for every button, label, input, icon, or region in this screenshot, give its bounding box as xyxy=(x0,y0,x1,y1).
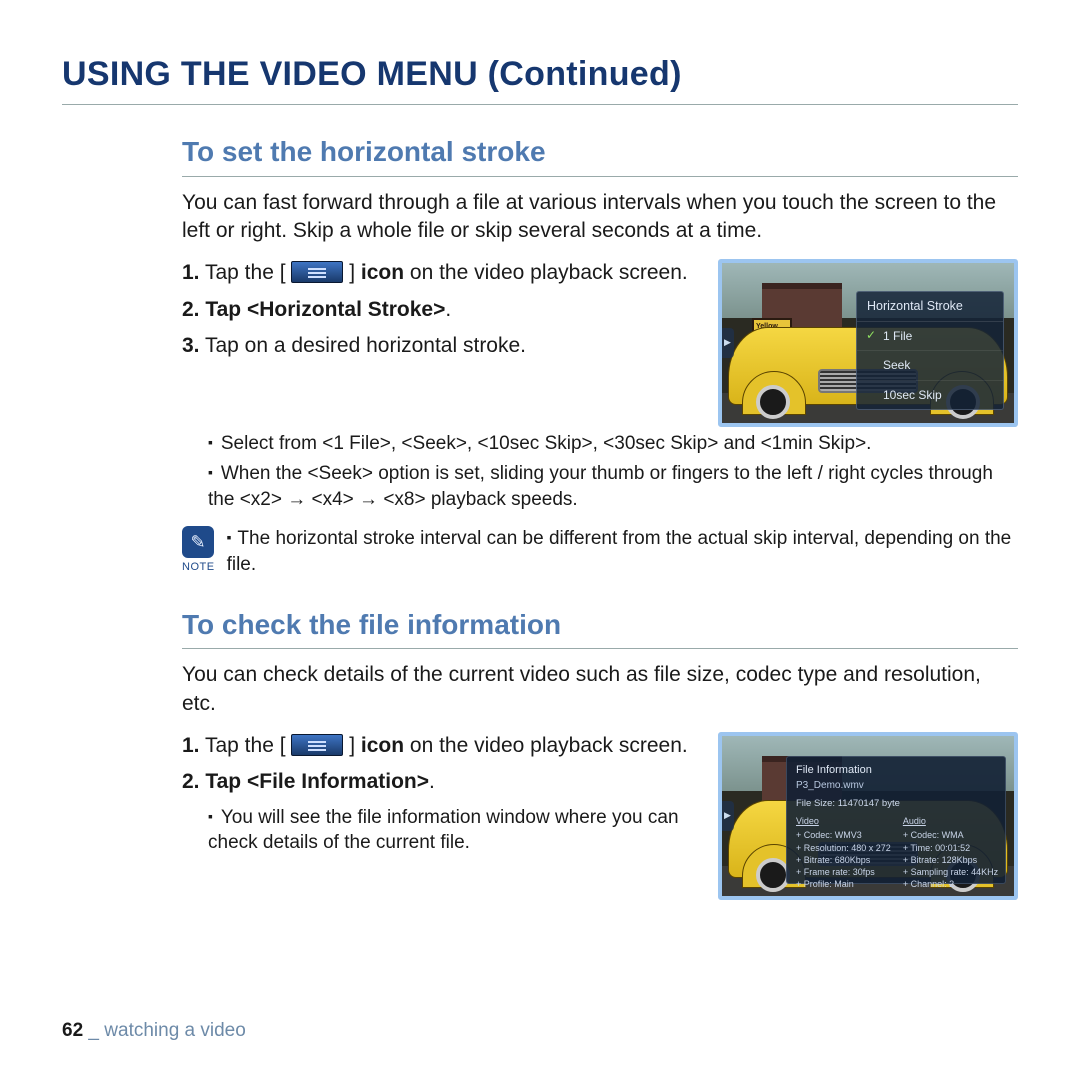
menu-icon xyxy=(291,734,343,756)
step-text: . xyxy=(429,770,435,793)
menu-item: 1 File xyxy=(857,322,1003,351)
step-text: Tap xyxy=(205,770,247,793)
step-text: ] xyxy=(343,734,361,757)
info-line: + Channel: 2 xyxy=(903,878,998,890)
footer-sep: _ xyxy=(88,1020,99,1041)
info-line: + Frame rate: 30fps xyxy=(796,866,891,878)
page-number: 62 xyxy=(62,1020,83,1041)
step-text: Tap xyxy=(205,298,247,321)
info-header: File Information xyxy=(796,763,996,778)
step-text: on the video playback screen. xyxy=(404,734,688,757)
note: ✎ NOTE The horizontal stroke interval ca… xyxy=(182,526,1018,577)
step-1: 1. Tap the [ ] icon on the video playbac… xyxy=(182,259,694,287)
expand-icon xyxy=(722,801,734,831)
section-file-information: To check the file information You can ch… xyxy=(182,606,1018,900)
note-text: The horizontal stroke interval can be di… xyxy=(227,526,1018,577)
bullet: You will see the file information window… xyxy=(208,805,694,856)
section-lead: You can fast forward through a file at v… xyxy=(182,189,1018,246)
screenshot-file-information: File Information P3_Demo.wmv File Size: … xyxy=(718,732,1018,900)
info-line: + Bitrate: 128Kbps xyxy=(903,854,998,866)
section-horizontal-stroke: To set the horizontal stroke You can fas… xyxy=(182,133,1018,578)
step-text: . xyxy=(445,298,451,321)
step-text: <Horizontal Stroke> xyxy=(247,298,445,321)
bullet: When the <Seek> option is set, sliding y… xyxy=(208,461,1018,512)
info-col-header: Audio xyxy=(903,815,998,827)
info-col-header: Video xyxy=(796,815,891,827)
section-lead: You can check details of the current vid… xyxy=(182,661,1018,718)
file-info-overlay: File Information P3_Demo.wmv File Size: … xyxy=(786,756,1006,884)
info-line: + Bitrate: 680Kbps xyxy=(796,854,891,866)
step-text: icon xyxy=(361,261,404,284)
info-line: + Codec: WMA xyxy=(903,829,998,841)
info-filename: P3_Demo.wmv xyxy=(796,779,996,793)
section-title: To set the horizontal stroke xyxy=(182,133,1018,177)
step-text: Tap the [ xyxy=(205,734,291,757)
menu-overlay: Horizontal Stroke 1 File Seek 10sec Skip xyxy=(856,291,1004,409)
menu-item: 10sec Skip xyxy=(857,381,1003,409)
step-text: <File Information> xyxy=(247,770,429,793)
chapter-name: watching a video xyxy=(104,1020,246,1041)
step-2: 2. Tap <File Information>. xyxy=(182,768,694,796)
step-text: on the video playback screen. xyxy=(404,261,688,284)
step-text: ] xyxy=(343,261,361,284)
info-line: + Codec: WMV3 xyxy=(796,829,891,841)
menu-header: Horizontal Stroke xyxy=(857,292,1003,322)
expand-icon xyxy=(722,328,734,358)
info-line: + Sampling rate: 44KHz xyxy=(903,866,998,878)
bullet: Select from <1 File>, <Seek>, <10sec Ski… xyxy=(208,431,1018,457)
section-title: To check the file information xyxy=(182,606,1018,650)
page-footer: 62 _ watching a video xyxy=(62,1018,246,1044)
note-label: NOTE xyxy=(182,560,215,575)
step-3: 3. Tap on a desired horizontal stroke. xyxy=(182,332,694,360)
step-2: 2. Tap <Horizontal Stroke>. xyxy=(182,296,694,324)
info-line: + Time: 00:01:52 xyxy=(903,842,998,854)
menu-item: Seek xyxy=(857,351,1003,380)
step-text: icon xyxy=(361,734,404,757)
page-title: USING THE VIDEO MENU (Continued) xyxy=(62,52,1018,105)
step-text: Tap on a desired horizontal stroke. xyxy=(205,334,526,357)
menu-icon xyxy=(291,261,343,283)
step-text: Tap the [ xyxy=(205,261,291,284)
screenshot-horizontal-stroke: Yellow Cab Co. Horizontal Stroke 1 File … xyxy=(718,259,1018,427)
note-icon: ✎ xyxy=(182,526,214,558)
info-line: + Profile: Main xyxy=(796,878,891,890)
step-1: 1. Tap the [ ] icon on the video playbac… xyxy=(182,732,694,760)
info-line: + Resolution: 480 x 272 xyxy=(796,842,891,854)
info-filesize: File Size: 11470147 byte xyxy=(796,798,996,811)
